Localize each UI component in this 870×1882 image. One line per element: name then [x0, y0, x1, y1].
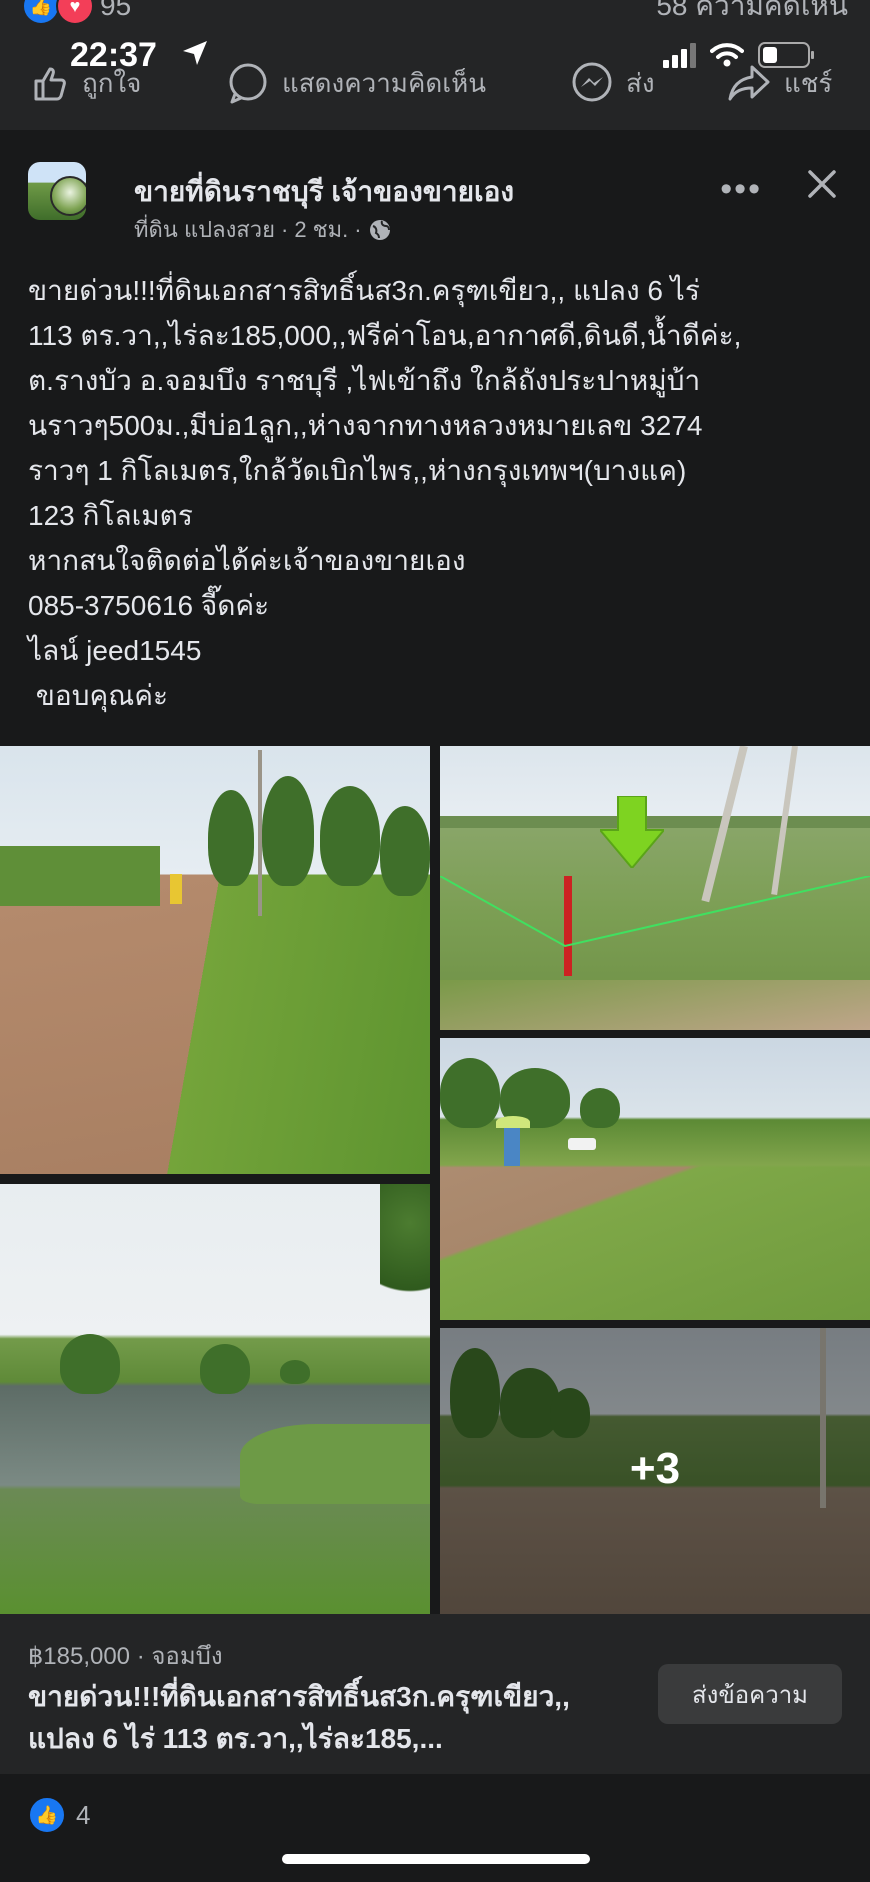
- green-arrow-icon: [600, 796, 664, 868]
- listing-price-location: ฿185,000 · จอมบึง: [28, 1643, 223, 1670]
- photo-person-umbrella[interactable]: [440, 1038, 870, 1320]
- photo-pond[interactable]: [0, 1184, 430, 1614]
- location-arrow-icon: [183, 41, 207, 65]
- marketplace-listing[interactable]: ฿185,000 · จอมบึง ขายด่วน!!!ที่ดินเอกสาร…: [0, 1614, 870, 1774]
- wifi-icon: [710, 43, 744, 67]
- like-count: 4: [76, 1799, 91, 1830]
- listing-title: ขายด่วน!!!ที่ดินเอกสารสิทธิ์นส3ก.ครุฑเขี…: [28, 1681, 570, 1754]
- comment-label: แสดงความคิดเห็น: [282, 67, 487, 98]
- like-reaction-icon: 👍: [22, 0, 60, 25]
- close-icon[interactable]: [802, 164, 842, 204]
- post-action-bar: 👍 ♥ 95 58 ความคิดเห็น ถูกใจ แสดงความคิดเ…: [0, 0, 870, 130]
- thumbs-up-icon: [34, 67, 66, 101]
- reaction-count: 95: [100, 0, 132, 21]
- status-time: 22:37: [70, 36, 157, 74]
- like-reaction-icon: 👍: [28, 1796, 66, 1834]
- page-avatar[interactable]: [28, 162, 86, 220]
- more-options-icon[interactable]: •••: [720, 170, 762, 209]
- globe-icon: [369, 219, 390, 240]
- battery-icon: [758, 42, 814, 68]
- send-label: ส่ง: [626, 67, 655, 98]
- more-photos-count: +3: [629, 1444, 681, 1493]
- messenger-icon: [572, 62, 612, 102]
- comment-button[interactable]: แสดงความคิดเห็น: [226, 61, 486, 105]
- post-header: ขายที่ดินราชบุรี เจ้าของขายเอง ที่ดิน แป…: [28, 156, 842, 242]
- status-indicators: [663, 42, 814, 68]
- author-name[interactable]: ที่ดิน แปลงสวย: [134, 212, 275, 247]
- send-button[interactable]: ส่ง: [570, 61, 655, 105]
- love-reaction-icon: ♥: [56, 0, 94, 25]
- send-message-button[interactable]: ส่งข้อความ: [658, 1664, 842, 1724]
- comment-bubble-icon: [229, 63, 267, 104]
- post-age[interactable]: 2 ชม.: [294, 212, 348, 247]
- photo-dirt-road[interactable]: [0, 746, 430, 1174]
- share-label: แชร์: [784, 67, 833, 98]
- post-meta: ที่ดิน แปลงสวย · 2 ชม. ·: [134, 212, 392, 247]
- post-text: ขายด่วน!!!ที่ดินเอกสารสิทธิ์นส3ก.ครุฑเขี…: [28, 275, 742, 711]
- cellular-signal-icon: [663, 42, 696, 68]
- reaction-summary-footer[interactable]: 👍 4: [28, 1796, 90, 1834]
- home-indicator[interactable]: [282, 1854, 590, 1864]
- photo-grid: +3: [0, 746, 870, 1614]
- comment-count[interactable]: 58 ความคิดเห็น: [656, 0, 848, 28]
- photo-more[interactable]: +3: [440, 1328, 870, 1614]
- page-name[interactable]: ขายที่ดินราชบุรี เจ้าของขายเอง: [134, 170, 514, 214]
- reactions-summary[interactable]: 👍 ♥ 95 58 ความคิดเห็น: [22, 0, 848, 26]
- photo-land-marker[interactable]: [440, 746, 870, 1030]
